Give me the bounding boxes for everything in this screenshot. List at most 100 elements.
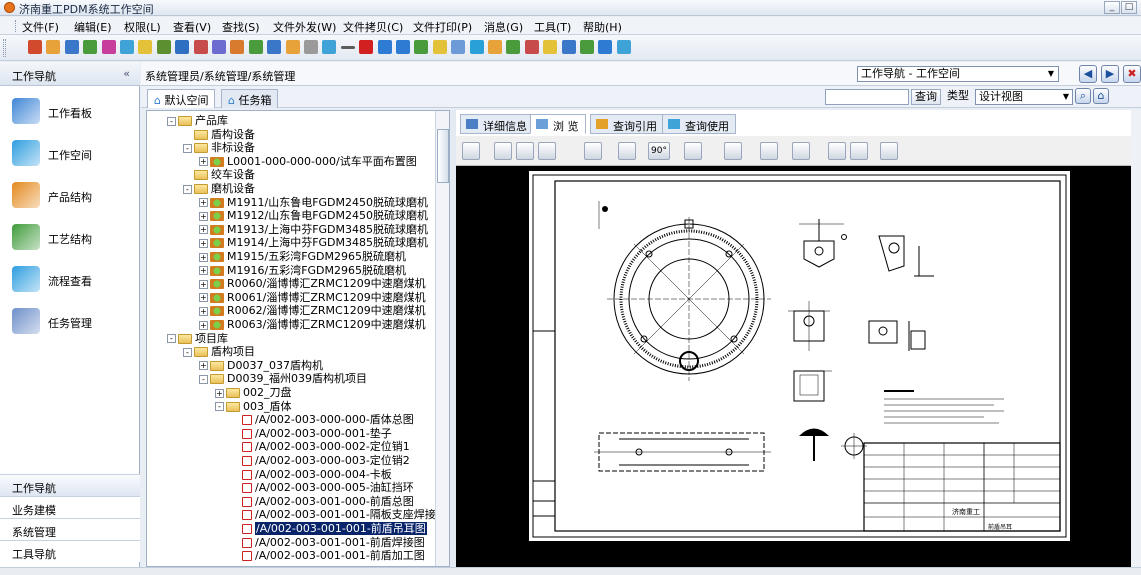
- tree-node[interactable]: - 非标设备: [183, 141, 255, 154]
- menu-item-5[interactable]: 文件外发(W): [273, 19, 336, 35]
- tree-node[interactable]: /A/002-003-001-001-隔板支座焊接: [231, 508, 436, 521]
- tree-node[interactable]: + R0060/淄博博汇ZRMC1209中速磨煤机: [199, 277, 426, 290]
- toolbar-button-32[interactable]: [616, 40, 631, 54]
- toolbar-button-28[interactable]: [543, 40, 558, 54]
- tree-node[interactable]: /A/002-003-001-001-前盾加工图: [231, 549, 425, 562]
- tree-node[interactable]: + M1911/山东鲁电FGDM2450脱硫球磨机: [199, 196, 428, 209]
- space-tab-1[interactable]: ⌂ 任务箱: [221, 89, 279, 108]
- toolbar-button-7[interactable]: [156, 40, 171, 54]
- collapse-toggle-icon[interactable]: -: [199, 374, 208, 384]
- tree-node[interactable]: + M1915/五彩湾FGDM2965脱硫磨机: [199, 250, 406, 263]
- collapse-toggle-icon[interactable]: -: [215, 402, 224, 412]
- tree-node[interactable]: /A/002-003-001-001-前盾吊耳图: [231, 522, 427, 535]
- rotate-90-icon[interactable]: 90°: [648, 142, 670, 160]
- toolbar-button-4[interactable]: [101, 40, 116, 54]
- tree-scroll-thumb[interactable]: [437, 129, 449, 183]
- expand-toggle-icon[interactable]: +: [199, 266, 208, 276]
- tree-node[interactable]: +002_刀盘: [215, 386, 292, 399]
- nav-section-0[interactable]: 工作导航: [0, 474, 140, 496]
- menu-item-1[interactable]: 编辑(E): [74, 19, 112, 35]
- tree-node[interactable]: 绞车设备: [183, 168, 255, 181]
- expand-toggle-icon[interactable]: +: [199, 157, 208, 167]
- toolbar-button-26[interactable]: [506, 40, 521, 54]
- menu-item-2[interactable]: 权限(L): [124, 19, 161, 35]
- space-tab-0[interactable]: ⌂ 默认空间: [147, 89, 216, 108]
- panel-left-icon[interactable]: [494, 142, 512, 160]
- toolbar-button-8[interactable]: [175, 40, 190, 54]
- shade-icon[interactable]: [684, 142, 702, 160]
- toolbar-button-24[interactable]: [469, 40, 484, 54]
- expand-toggle-icon[interactable]: +: [199, 306, 208, 316]
- drawing-canvas[interactable]: 济南重工 前盾吊耳: [456, 166, 1141, 567]
- toolbar-button-0[interactable]: [28, 40, 42, 54]
- viewer-tab-0[interactable]: 详细信息: [460, 114, 534, 134]
- rotate-icon[interactable]: [584, 142, 602, 160]
- expand-toggle-icon[interactable]: +: [199, 238, 208, 248]
- nav-item-5[interactable]: 任务管理: [0, 302, 140, 342]
- nav-item-2[interactable]: 产品结构: [0, 176, 140, 216]
- zoom-page-icon[interactable]: [792, 142, 810, 160]
- tree-node[interactable]: /A/002-003-000-002-定位销1: [231, 440, 410, 453]
- toolbar-button-10[interactable]: [212, 40, 226, 54]
- toolbar-button-13[interactable]: [267, 40, 282, 54]
- toolbar-button-27[interactable]: [524, 40, 539, 54]
- back-button[interactable]: ◀: [1079, 65, 1097, 83]
- menu-item-7[interactable]: 文件打印(P): [413, 19, 472, 35]
- tree-node[interactable]: /A/002-003-001-001-前盾焊接图: [231, 536, 425, 549]
- search-button[interactable]: ⌕: [1075, 88, 1091, 104]
- minimize-button[interactable]: _: [1104, 1, 1120, 14]
- nav-section-1[interactable]: 业务建模: [0, 496, 140, 518]
- tree-node[interactable]: - D0039_福州039盾构机项目: [199, 372, 367, 385]
- tree-node[interactable]: + R0063/淄博博汇ZRMC1209中速磨煤机: [199, 318, 426, 331]
- nav-item-0[interactable]: 工作看板: [0, 92, 140, 132]
- menu-item-4[interactable]: 查找(S): [222, 19, 260, 35]
- collapse-toggle-icon[interactable]: -: [183, 184, 192, 194]
- tree-node[interactable]: - 盾构项目: [183, 345, 255, 358]
- toolbar-button-20[interactable]: [396, 40, 410, 54]
- menu-item-6[interactable]: 文件拷贝(C): [343, 19, 403, 35]
- toolbar-button-16[interactable]: [322, 40, 337, 54]
- toolbar-button-1[interactable]: [46, 40, 61, 54]
- view-type-select[interactable]: 设计视图 ▼: [975, 89, 1073, 105]
- tree-node[interactable]: + R0062/淄博博汇ZRMC1209中速磨煤机: [199, 304, 426, 317]
- tree-node[interactable]: - 项目库: [167, 332, 228, 345]
- menu-item-10[interactable]: 帮助(H): [583, 19, 622, 35]
- toolbar-button-23[interactable]: [451, 40, 466, 54]
- expand-toggle-icon[interactable]: +: [199, 211, 208, 221]
- tree-node[interactable]: + R0061/淄博博汇ZRMC1209中速磨煤机: [199, 291, 426, 304]
- collapse-toggle-icon[interactable]: -: [167, 334, 176, 344]
- toolbar-button-6[interactable]: [138, 40, 153, 54]
- tree-scrollbar[interactable]: [435, 111, 449, 566]
- tree-node[interactable]: /A/002-003-000-003-定位销2: [231, 454, 410, 467]
- tree-node[interactable]: + L0001-000-000-000/试车平面布置图: [199, 155, 417, 168]
- maximize-button[interactable]: □: [1121, 1, 1137, 14]
- toolbar-button-5[interactable]: [120, 40, 134, 54]
- expand-toggle-icon[interactable]: +: [199, 198, 208, 208]
- toolbar-button-17[interactable]: [340, 46, 355, 49]
- toolbar-button-9[interactable]: [193, 40, 208, 54]
- tree-node[interactable]: /A/002-003-000-000-盾体总图: [231, 413, 414, 426]
- menu-item-3[interactable]: 查看(V): [173, 19, 211, 35]
- tree-node[interactable]: /A/002-003-001-000-前盾总图: [231, 495, 414, 508]
- workspace-select[interactable]: 工作导航 - 工作空间 ▼: [857, 66, 1059, 82]
- toolbar-button-3[interactable]: [83, 40, 98, 54]
- nav-item-1[interactable]: 工作空间: [0, 134, 140, 174]
- expand-toggle-icon[interactable]: +: [199, 252, 208, 262]
- tree-node[interactable]: - 磨机设备: [183, 182, 255, 195]
- toolbar-button-2[interactable]: [64, 40, 79, 54]
- collapse-toggle-icon[interactable]: -: [167, 116, 176, 126]
- close-view-button[interactable]: ✖: [1123, 65, 1141, 83]
- toolbar-button-15[interactable]: [304, 40, 318, 54]
- expand-toggle-icon[interactable]: +: [199, 293, 208, 303]
- pan-hand-icon[interactable]: [618, 142, 636, 160]
- toolbar-button-12[interactable]: [248, 40, 263, 54]
- tree-node[interactable]: - 产品库: [167, 114, 228, 127]
- tree-node[interactable]: + M1916/五彩湾FGDM2965脱硫磨机: [199, 264, 406, 277]
- tree-node[interactable]: + M1912/山东鲁电FGDM2450脱硫球磨机: [199, 209, 428, 222]
- toolbar-button-30[interactable]: [580, 40, 594, 54]
- tree-node[interactable]: + M1913/上海中芬FGDM3485脱硫球磨机: [199, 223, 428, 236]
- render-icon[interactable]: [850, 142, 868, 160]
- toolbar-button-14[interactable]: [285, 40, 300, 54]
- panel-right-icon[interactable]: [538, 142, 556, 160]
- panel-center-icon[interactable]: [516, 142, 534, 160]
